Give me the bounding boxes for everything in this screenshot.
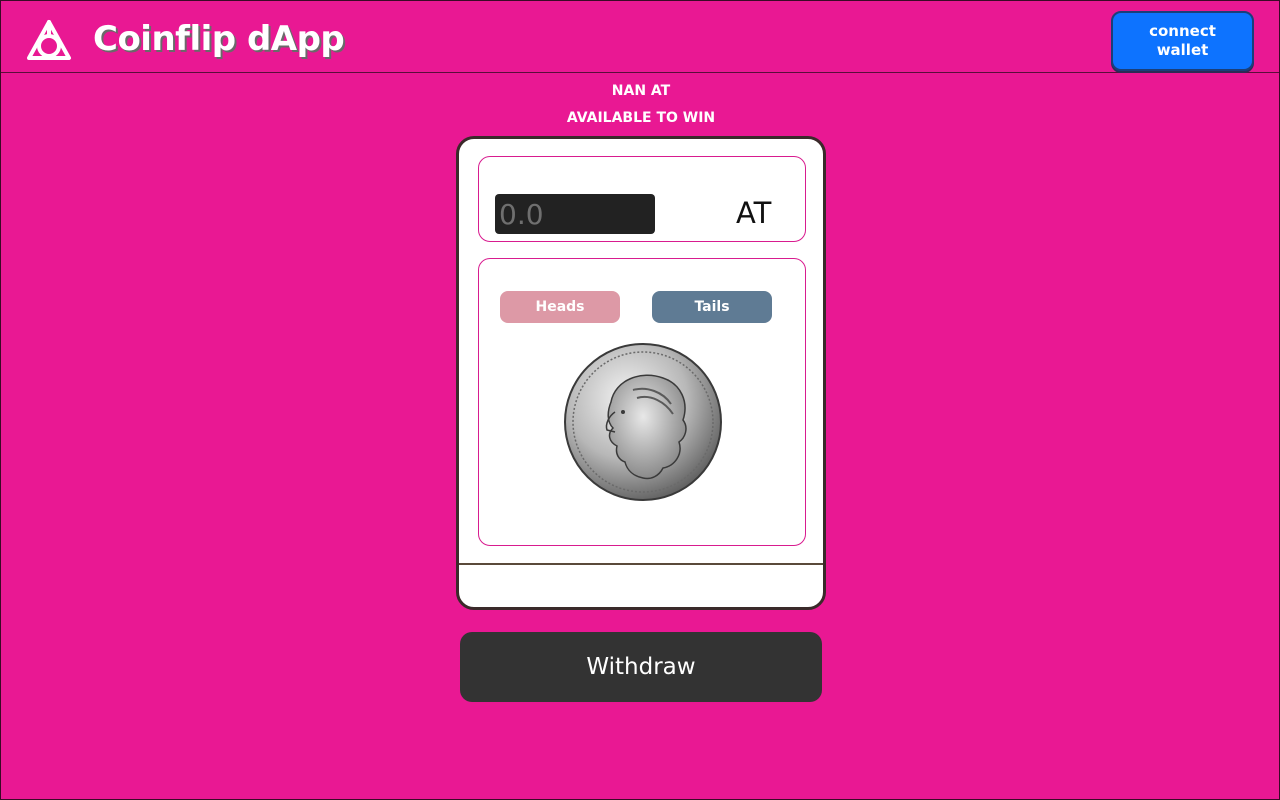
heads-button[interactable]: Heads: [500, 291, 620, 323]
quarter-coin-icon[interactable]: [563, 342, 723, 502]
side-select-panel: Heads Tails: [478, 258, 806, 546]
available-caption: AVAILABLE TO WIN: [566, 110, 716, 126]
app-header: Coinflip dApp connect wallet: [1, 1, 1279, 73]
currency-label: AT: [736, 196, 772, 230]
available-amount: NAN AT: [611, 83, 671, 99]
connect-wallet-button[interactable]: connect wallet: [1111, 11, 1254, 71]
bet-amount-input[interactable]: [495, 194, 655, 234]
tails-button[interactable]: Tails: [652, 291, 772, 323]
triangle-knot-logo-icon: [27, 20, 71, 60]
bet-amount-panel: AT: [478, 156, 806, 242]
card-divider: [459, 563, 823, 565]
connect-wallet-label: connect wallet: [1149, 22, 1216, 59]
coinflip-card: AT Heads Tails: [456, 136, 826, 610]
withdraw-button[interactable]: Withdraw: [460, 632, 822, 702]
app-title: Coinflip dApp: [93, 19, 345, 59]
